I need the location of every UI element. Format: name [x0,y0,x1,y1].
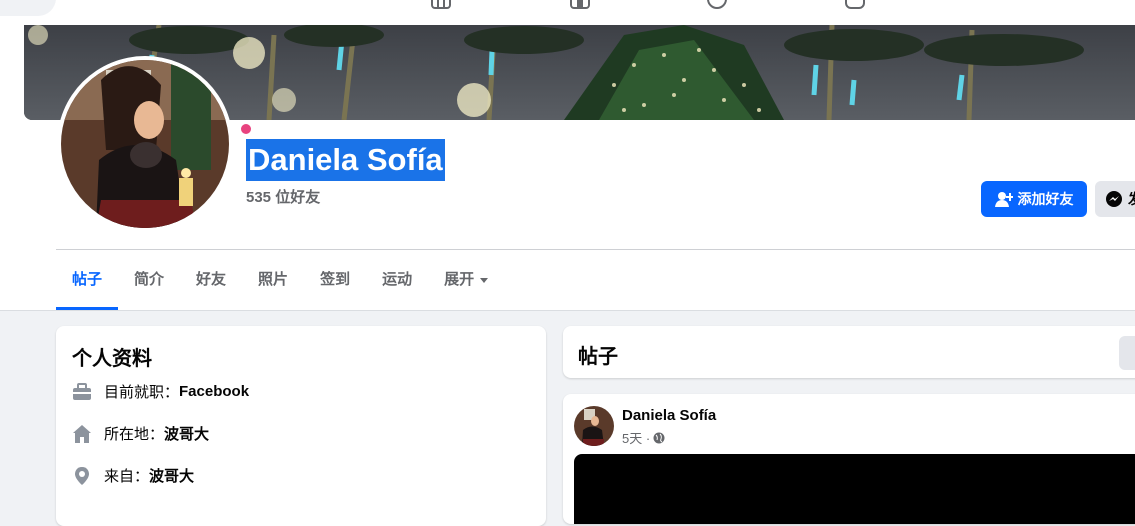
profile-tabs: 帖子 简介 好友 照片 签到 运动 展开 [56,250,504,310]
lives-value[interactable]: 波哥大 [164,423,209,444]
tab-more-label: 展开 [444,271,475,288]
tab-about[interactable]: 简介 [118,250,180,310]
tab-sports[interactable]: 运动 [366,250,428,310]
tab-posts[interactable]: 帖子 [56,250,119,310]
profile-name-selected: Daniela Sofía [246,139,445,181]
location-pin-icon [75,466,89,485]
globe-icon[interactable] [653,432,665,444]
friend-count[interactable]: 535 位好友 [246,186,320,207]
add-friend-label: 添加好友 [1017,191,1074,207]
message-label: 发 [1128,189,1135,209]
tab-friends[interactable]: 好友 [180,250,242,310]
lives-row: 所在地： 波哥大 [72,423,209,444]
add-person-icon [994,192,1013,207]
tab-more[interactable]: 展开 [428,250,504,310]
posts-title: 帖子 [578,346,618,368]
work-value[interactable]: Facebook [179,383,249,400]
work-prefix: 目前就职： [104,384,180,401]
posts-header-card: 帖子 [563,326,1135,378]
post-author-avatar[interactable] [574,406,614,446]
tab-checkins[interactable]: 签到 [304,250,366,310]
post-media[interactable] [574,454,1135,524]
briefcase-icon [73,382,91,400]
groups-icon[interactable] [706,0,728,10]
top-navigation-bar [0,0,1135,25]
tab-photos[interactable]: 照片 [242,250,304,310]
chevron-down-icon [480,277,489,283]
post-author-name[interactable]: Daniela Sofía [622,407,716,424]
from-prefix: 来自： [104,468,150,485]
intro-card: 个人资料 目前就职： Facebook 所在地： 波哥大 来自： 波哥大 [56,326,546,526]
lives-prefix: 所在地： [104,426,165,443]
search-area[interactable] [0,0,56,16]
post-meta: 5天 · [622,428,665,447]
post-time[interactable]: 5天 · [622,428,650,447]
add-friend-button[interactable]: 添加好友 [981,181,1087,217]
profile-name: Daniela Sofía [248,142,443,177]
home-icon [73,424,91,443]
filters-button[interactable] [1119,336,1135,370]
marketplace-icon[interactable] [569,0,591,10]
messenger-icon [1106,191,1122,207]
message-button[interactable]: 发 [1095,181,1135,217]
from-value[interactable]: 波哥大 [149,465,194,486]
online-status-dot [241,124,251,134]
intro-title: 个人资料 [72,348,152,370]
work-row: 目前就职： Facebook [72,381,249,402]
post-card: Daniela Sofía 5天 · [563,394,1135,524]
gaming-icon[interactable] [844,0,866,10]
from-row: 来自： 波哥大 [72,465,194,486]
profile-avatar[interactable] [61,60,229,228]
home-icon[interactable] [430,0,452,10]
